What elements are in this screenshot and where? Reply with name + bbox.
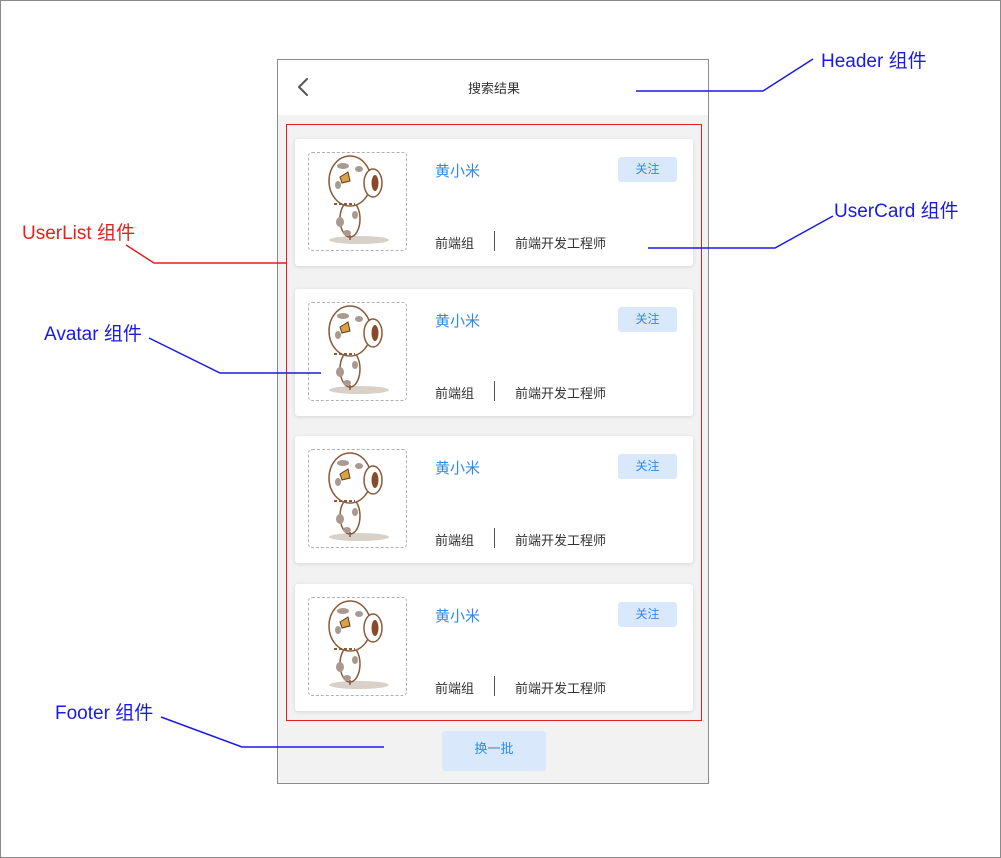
user-group: 前端组 bbox=[435, 387, 475, 402]
user-card[interactable]: 黄小米 关注 前端组 前端开发工程师 bbox=[295, 289, 693, 416]
follow-button[interactable]: 关注 bbox=[618, 307, 677, 332]
cartoon-cow-avatar-icon bbox=[328, 305, 389, 394]
cartoon-cow-avatar-icon bbox=[328, 452, 389, 541]
user-job-title: 前端开发工程师 bbox=[515, 387, 607, 402]
usercard-annotation: UserCard 组件 bbox=[834, 201, 959, 222]
avatar[interactable] bbox=[308, 449, 407, 548]
footer-annotation: Footer 组件 bbox=[55, 703, 154, 724]
meta-divider bbox=[494, 381, 495, 401]
refresh-batch-button[interactable]: 换一批 bbox=[442, 731, 546, 771]
avatar-annotation: Avatar 组件 bbox=[44, 324, 142, 345]
user-group: 前端组 bbox=[435, 534, 475, 549]
user-card[interactable]: 黄小米 关注 前端组 前端开发工程师 bbox=[295, 436, 693, 563]
phone-mockup: 搜索结果 黄小米 关注 前端组 前端开发工程师 黄小米 关注 前端组 前端开发工… bbox=[277, 59, 709, 784]
user-name[interactable]: 黄小米 bbox=[435, 457, 480, 478]
avatar[interactable] bbox=[308, 597, 407, 696]
meta-divider bbox=[494, 676, 495, 696]
avatar[interactable] bbox=[308, 302, 407, 401]
user-job-title: 前端开发工程师 bbox=[515, 237, 607, 252]
follow-button[interactable]: 关注 bbox=[618, 454, 677, 479]
user-name[interactable]: 黄小米 bbox=[435, 605, 480, 626]
meta-divider bbox=[494, 231, 495, 251]
userlist-annotation: UserList 组件 bbox=[22, 223, 135, 244]
user-job-title: 前端开发工程师 bbox=[515, 534, 607, 549]
user-card[interactable]: 黄小米 关注 前端组 前端开发工程师 bbox=[295, 584, 693, 711]
meta-divider bbox=[494, 528, 495, 548]
cartoon-cow-avatar-icon bbox=[328, 600, 389, 689]
cartoon-cow-avatar-icon bbox=[328, 155, 389, 244]
user-list: 黄小米 关注 前端组 前端开发工程师 黄小米 关注 前端组 前端开发工程师 黄小… bbox=[286, 124, 702, 721]
header-annotation: Header 组件 bbox=[821, 51, 927, 72]
user-card[interactable]: 黄小米 关注 前端组 前端开发工程师 bbox=[295, 139, 693, 266]
page-title: 搜索结果 bbox=[467, 82, 520, 97]
user-name[interactable]: 黄小米 bbox=[435, 160, 480, 181]
follow-button[interactable]: 关注 bbox=[618, 157, 677, 182]
user-job-title: 前端开发工程师 bbox=[515, 682, 607, 697]
diagram-canvas: 搜索结果 黄小米 关注 前端组 前端开发工程师 黄小米 关注 前端组 前端开发工… bbox=[0, 0, 1001, 858]
follow-button[interactable]: 关注 bbox=[618, 602, 677, 627]
header: 搜索结果 bbox=[278, 60, 708, 115]
user-name[interactable]: 黄小米 bbox=[435, 310, 480, 331]
userlist-leader-line bbox=[125, 244, 286, 264]
user-group: 前端组 bbox=[435, 237, 475, 252]
avatar[interactable] bbox=[308, 152, 407, 251]
user-group: 前端组 bbox=[435, 682, 475, 697]
